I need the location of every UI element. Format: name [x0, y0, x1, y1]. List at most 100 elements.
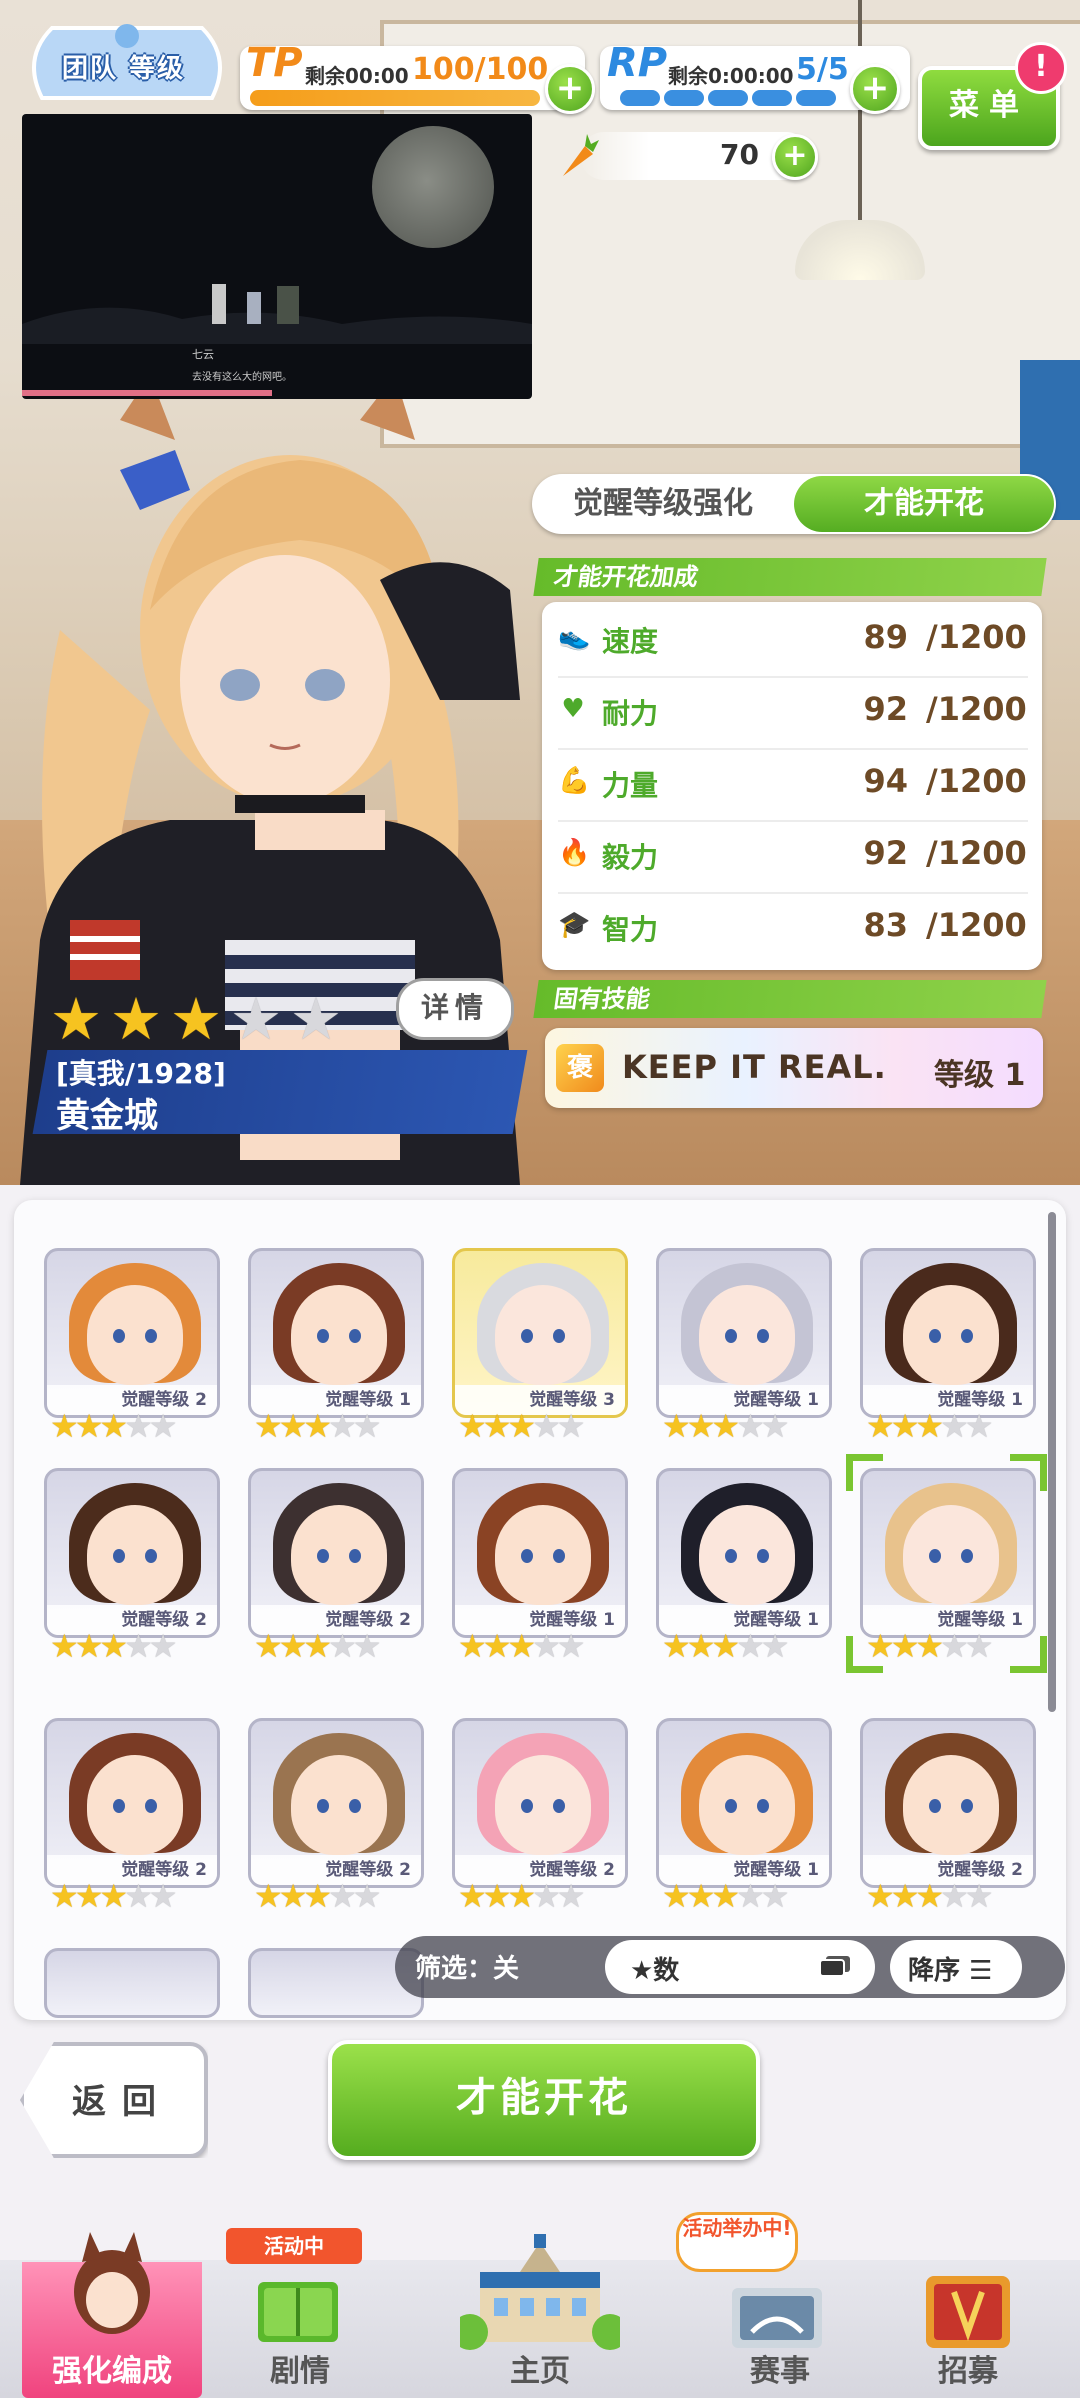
character-card[interactable]: 觉醒等级 2: [44, 1468, 220, 1638]
star-empty-icon: ★: [760, 1627, 790, 1665]
floating-video-player[interactable]: 七云 去没有这么大的网吧。: [22, 114, 532, 399]
character-eye: [113, 1799, 125, 1813]
character-eye: [757, 1799, 769, 1813]
video-progress-bar[interactable]: [22, 390, 272, 396]
alert-badge[interactable]: !: [1015, 42, 1067, 94]
character-card[interactable]: 觉醒等级 1: [656, 1718, 832, 1888]
star-empty-icon: ★: [736, 1877, 765, 1915]
star-filled-icon: ★: [482, 1407, 512, 1445]
character-card[interactable]: 觉醒等级 2: [860, 1718, 1036, 1888]
star-filled-icon: ★: [458, 1877, 487, 1915]
flame-icon: 🔥: [558, 838, 591, 868]
nav-item-scout[interactable]: 招募: [878, 2262, 1058, 2398]
filter-toggle[interactable]: 筛选：关: [415, 1948, 519, 1985]
stat-value: 92: [863, 834, 908, 872]
stat-name: 速度: [602, 625, 659, 658]
star-empty-icon: ★: [124, 1877, 153, 1915]
card-rarity-stars: ★★★★★: [662, 1627, 790, 1665]
character-face: [903, 1505, 999, 1605]
rp-remaining-time: 剩余0:00:00: [668, 64, 794, 88]
nav-label: 招募: [938, 2354, 998, 2389]
detail-button[interactable]: 详情: [396, 978, 514, 1040]
star-filled-icon: ★: [915, 1407, 944, 1445]
character-face: [903, 1755, 999, 1855]
character-eye: [725, 1329, 737, 1343]
carrot-add-button[interactable]: +: [772, 134, 818, 180]
character-face: [87, 1755, 183, 1855]
nav-item-race[interactable]: 赛事: [692, 2262, 868, 2398]
character-face: [87, 1285, 183, 1385]
character-card[interactable]: 觉醒等级 2: [44, 1718, 220, 1888]
character-eye: [145, 1549, 157, 1563]
character-face: [699, 1285, 795, 1385]
graduation-cap-icon: 🎓: [558, 910, 591, 940]
character-card[interactable]: 觉醒等级 1: [452, 1468, 628, 1638]
character-card[interactable]: 觉醒等级 1: [656, 1248, 832, 1418]
character-card[interactable]: 觉醒等级 1: [656, 1468, 832, 1638]
character-card[interactable]: 觉醒等级 1: [248, 1248, 424, 1418]
character-eye: [317, 1329, 329, 1343]
star-filled-icon: ★: [686, 1407, 716, 1445]
character-card[interactable]: 觉醒等级 2: [452, 1718, 628, 1888]
selection-bracket: [846, 1636, 883, 1673]
star-filled-icon: ★: [662, 1407, 691, 1445]
character-eye: [929, 1329, 941, 1343]
card-rarity-stars: ★★★★★: [50, 1877, 177, 1915]
talent-bloom-button[interactable]: 才能开花: [328, 2040, 760, 2160]
shoe-icon: 👟: [558, 622, 591, 652]
roster-scrollbar[interactable]: [1048, 1212, 1056, 1712]
star-filled-icon: ★: [711, 1877, 740, 1915]
sort-cards-icon: [819, 1956, 850, 1977]
rp-pill: [752, 90, 792, 106]
card-rarity-stars: ★★★★★: [254, 1877, 381, 1915]
character-eye: [113, 1549, 125, 1563]
character-eye: [961, 1799, 973, 1813]
character-face: [495, 1505, 591, 1605]
tab-talent-bloom[interactable]: 才能开花: [794, 476, 1054, 532]
nav-item-story[interactable]: 剧情: [212, 2262, 388, 2398]
selection-bracket: [846, 1454, 883, 1491]
character-card[interactable]: 觉醒等级 2: [248, 1468, 424, 1638]
rp-pill: [664, 90, 704, 106]
character-eye: [961, 1329, 973, 1343]
star-filled-icon: ★: [278, 1877, 308, 1915]
star-filled-icon: ★: [711, 1627, 740, 1665]
stat-name: 力量: [602, 769, 659, 802]
character-face: [291, 1505, 387, 1605]
nav-label: 赛事: [750, 2354, 810, 2389]
star-filled-icon: ★: [50, 985, 102, 1053]
star-empty-icon: ★: [760, 1407, 790, 1445]
star-filled-icon: ★: [254, 1877, 283, 1915]
star-empty-icon: ★: [352, 1407, 382, 1445]
star-empty-icon: ★: [940, 1877, 969, 1915]
character-eye: [349, 1799, 361, 1813]
bloom-bonus-header: 才能开花加成: [533, 558, 1047, 596]
character-eye: [929, 1799, 941, 1813]
star-filled-icon: ★: [99, 1627, 128, 1665]
character-card[interactable]: 觉醒等级 2: [44, 1248, 220, 1418]
rp-add-button[interactable]: +: [850, 64, 900, 114]
star-empty-icon: ★: [532, 1877, 561, 1915]
character-card[interactable]: 觉醒等级 3: [452, 1248, 628, 1418]
character-face: [291, 1285, 387, 1385]
tp-add-button[interactable]: +: [545, 64, 595, 114]
star-empty-icon: ★: [124, 1407, 153, 1445]
character-face: [903, 1285, 999, 1385]
stat-max: /1200: [926, 762, 1027, 800]
card-rarity-stars: ★★★★★: [254, 1407, 382, 1445]
tab-awaken-level[interactable]: 觉醒等级强化: [534, 476, 792, 532]
star-empty-icon: ★: [352, 1627, 382, 1665]
stat-row-power: 💪 力量 94 /1200: [558, 748, 1028, 822]
character-card[interactable]: 觉醒等级 1: [860, 1248, 1036, 1418]
character-card[interactable]: 觉醒等级 1: [860, 1468, 1036, 1638]
tp-progress-bar: [250, 90, 540, 106]
star-filled-icon: ★: [890, 1877, 920, 1915]
star-filled-icon: ★: [866, 1877, 895, 1915]
nav-item-home[interactable]: 主页: [398, 2234, 682, 2398]
character-card-partial[interactable]: [44, 1948, 220, 2018]
star-filled-icon: ★: [278, 1627, 308, 1665]
star-filled-icon: ★: [662, 1877, 691, 1915]
star-empty-icon: ★: [230, 985, 282, 1053]
nav-item-strengthen[interactable]: 强化编成: [22, 2232, 202, 2398]
character-card[interactable]: 觉醒等级 2: [248, 1718, 424, 1888]
